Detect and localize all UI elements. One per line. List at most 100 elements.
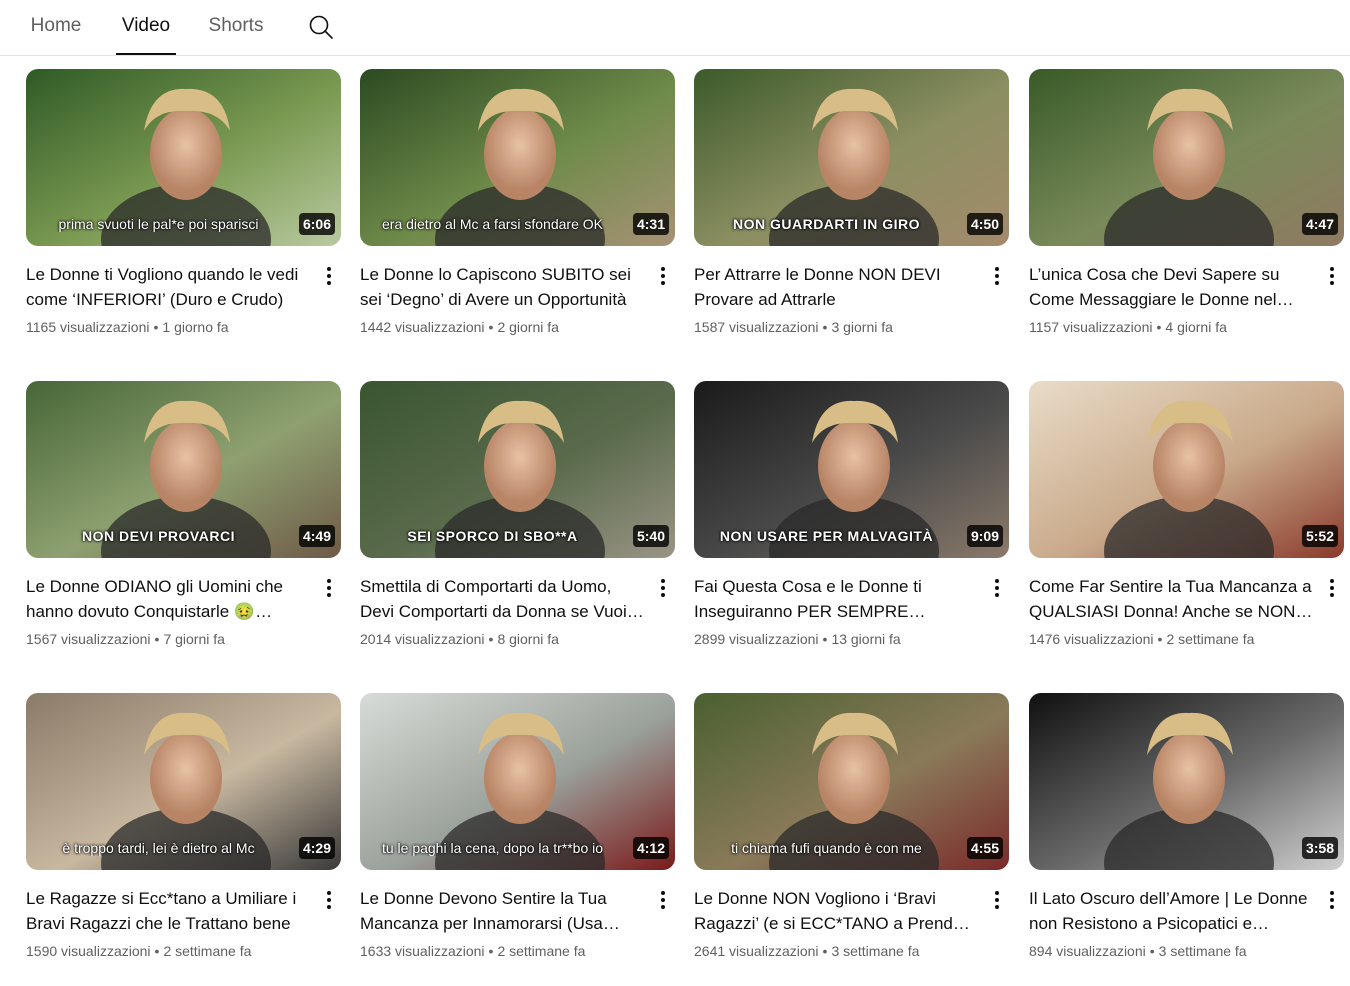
separator-dot: •: [154, 943, 160, 959]
video-duration: 5:40: [632, 525, 669, 547]
video-title[interactable]: Le Donne Devono Sentire la Tua Mancanza …: [360, 886, 645, 936]
more-actions-button[interactable]: [655, 577, 671, 599]
video-thumbnail[interactable]: era dietro al Mc a farsi sfondare OK 4:3…: [360, 69, 675, 246]
video-thumbnail[interactable]: NON DEVI PROVARCI 4:49: [26, 381, 341, 558]
video-title[interactable]: Le Donne ODIANO gli Uomini che hanno dov…: [26, 574, 311, 624]
thumbnail-caption: era dietro al Mc a farsi sfondare OK: [382, 216, 603, 232]
video-card[interactable]: NON USARE PER MALVAGITÀ 9:09 Fai Questa …: [694, 381, 1009, 671]
video-card[interactable]: ti chiama fufi quando è con me 4:55 Le D…: [694, 693, 1009, 983]
search-button[interactable]: [307, 13, 335, 41]
more-vert-icon: [1330, 891, 1334, 909]
video-title[interactable]: Le Donne ti Vogliono quando le vedi come…: [26, 262, 311, 312]
view-count: 1157 visualizzazioni: [1029, 319, 1153, 335]
upload-age: 7 giorni fa: [163, 631, 225, 647]
more-vert-icon: [995, 891, 999, 909]
video-title[interactable]: Le Ragazze si Ecc*tano a Umiliare i Brav…: [26, 886, 311, 936]
upload-age: 2 settimane fa: [163, 943, 252, 959]
more-actions-button[interactable]: [989, 577, 1005, 599]
video-card[interactable]: 5:52 Come Far Sentire la Tua Mancanza a …: [1029, 381, 1344, 671]
more-actions-button[interactable]: [989, 265, 1005, 287]
view-count: 1633 visualizzazioni: [360, 943, 485, 959]
video-thumbnail[interactable]: prima svuoti le pal*e poi sparisci 6:06: [26, 69, 341, 246]
video-title[interactable]: Per Attrarre le Donne NON DEVI Provare a…: [694, 262, 979, 312]
view-count: 1442 visualizzazioni: [360, 319, 485, 335]
video-thumbnail[interactable]: tu le paghi la cena, dopo la tr**bo io 4…: [360, 693, 675, 870]
video-thumbnail[interactable]: NON GUARDARTI IN GIRO 4:50: [694, 69, 1009, 246]
video-card[interactable]: NON GUARDARTI IN GIRO 4:50 Per Attrarre …: [694, 69, 1009, 359]
more-actions-button[interactable]: [321, 889, 337, 911]
video-meta: 1633 visualizzazioni • 2 settimane fa: [360, 943, 585, 959]
video-thumbnail[interactable]: ti chiama fufi quando è con me 4:55: [694, 693, 1009, 870]
separator-dot: •: [488, 631, 494, 647]
video-duration: 4:12: [632, 837, 669, 859]
video-duration: 4:50: [966, 213, 1003, 235]
thumbnail-caption: ti chiama fufi quando è con me: [731, 840, 922, 856]
video-card[interactable]: NON DEVI PROVARCI 4:49 Le Donne ODIANO g…: [26, 381, 341, 671]
more-actions-button[interactable]: [655, 265, 671, 287]
view-count: 1165 visualizzazioni: [26, 319, 150, 335]
video-title[interactable]: Fai Questa Cosa e le Donne ti Inseguiran…: [694, 574, 979, 624]
more-actions-button[interactable]: [1324, 577, 1340, 599]
video-title[interactable]: Smettila di Comportarti da Uomo, Devi Co…: [360, 574, 645, 624]
video-title[interactable]: Come Far Sentire la Tua Mancanza a QUALS…: [1029, 574, 1314, 624]
thumbnail-caption: tu le paghi la cena, dopo la tr**bo io: [381, 840, 604, 856]
video-thumbnail[interactable]: è troppo tardi, lei è dietro al Mc 4:29: [26, 693, 341, 870]
video-thumbnail[interactable]: SEI SPORCO DI SBO**A 5:40: [360, 381, 675, 558]
video-meta: 2899 visualizzazioni • 13 giorni fa: [694, 631, 901, 647]
upload-age: 2 settimane fa: [497, 943, 586, 959]
video-duration: 4:47: [1301, 213, 1338, 235]
video-meta: 1587 visualizzazioni • 3 giorni fa: [694, 319, 893, 335]
upload-age: 3 settimane fa: [831, 943, 920, 959]
thumbnail-image: [1029, 693, 1344, 870]
more-actions-button[interactable]: [321, 265, 337, 287]
separator-dot: •: [154, 631, 160, 647]
video-meta: 2014 visualizzazioni • 8 giorni fa: [360, 631, 559, 647]
thumbnail-image: [1029, 381, 1344, 558]
separator-dot: •: [1157, 631, 1163, 647]
separator-dot: •: [822, 319, 828, 335]
separator-dot: •: [822, 631, 828, 647]
video-duration: 4:49: [298, 525, 335, 547]
video-card[interactable]: era dietro al Mc a farsi sfondare OK 4:3…: [360, 69, 675, 359]
tab-video[interactable]: Video: [116, 0, 176, 55]
video-card[interactable]: tu le paghi la cena, dopo la tr**bo io 4…: [360, 693, 675, 983]
tab-shorts[interactable]: Shorts: [206, 0, 266, 55]
video-meta: 1442 visualizzazioni • 2 giorni fa: [360, 319, 559, 335]
more-actions-button[interactable]: [1324, 889, 1340, 911]
upload-age: 4 giorni fa: [1165, 319, 1227, 335]
view-count: 2899 visualizzazioni: [694, 631, 819, 647]
thumbnail-caption: prima svuoti le pal*e poi sparisci: [58, 216, 259, 232]
more-actions-button[interactable]: [989, 889, 1005, 911]
video-duration: 6:06: [298, 213, 335, 235]
video-thumbnail[interactable]: NON USARE PER MALVAGITÀ 9:09: [694, 381, 1009, 558]
more-vert-icon: [661, 579, 665, 597]
video-title[interactable]: L’unica Cosa che Devi Sapere su Come Mes…: [1029, 262, 1314, 312]
tab-home[interactable]: Home: [29, 0, 83, 55]
video-meta: 1157 visualizzazioni • 4 giorni fa: [1029, 319, 1227, 335]
video-meta: 1476 visualizzazioni • 2 settimane fa: [1029, 631, 1254, 647]
video-meta: 894 visualizzazioni • 3 settimane fa: [1029, 943, 1247, 959]
more-actions-button[interactable]: [1324, 265, 1340, 287]
upload-age: 1 giorno fa: [162, 319, 229, 335]
search-icon: [309, 15, 333, 39]
view-count: 2641 visualizzazioni: [694, 943, 819, 959]
separator-dot: •: [488, 943, 494, 959]
more-actions-button[interactable]: [321, 577, 337, 599]
thumbnail-caption: NON DEVI PROVARCI: [82, 528, 235, 544]
video-thumbnail[interactable]: 3:58: [1029, 693, 1344, 870]
video-card[interactable]: prima svuoti le pal*e poi sparisci 6:06 …: [26, 69, 341, 359]
more-actions-button[interactable]: [655, 889, 671, 911]
video-card[interactable]: SEI SPORCO DI SBO**A 5:40 Smettila di Co…: [360, 381, 675, 671]
video-thumbnail[interactable]: 4:47: [1029, 69, 1344, 246]
more-vert-icon: [995, 579, 999, 597]
video-card[interactable]: 3:58 Il Lato Oscuro dell’Amore | Le Donn…: [1029, 693, 1344, 983]
video-title[interactable]: Le Donne lo Capiscono SUBITO sei sei ‘De…: [360, 262, 645, 312]
video-card[interactable]: 4:47 L’unica Cosa che Devi Sapere su Com…: [1029, 69, 1344, 359]
channel-tabs: Home Video Shorts: [0, 0, 1350, 56]
video-card[interactable]: è troppo tardi, lei è dietro al Mc 4:29 …: [26, 693, 341, 983]
video-title[interactable]: Le Donne NON Vogliono i ‘Bravi Ragazzi’ …: [694, 886, 979, 936]
video-thumbnail[interactable]: 5:52: [1029, 381, 1344, 558]
video-title[interactable]: Il Lato Oscuro dell’Amore | Le Donne non…: [1029, 886, 1314, 936]
separator-dot: •: [822, 943, 828, 959]
upload-age: 3 settimane fa: [1158, 943, 1247, 959]
